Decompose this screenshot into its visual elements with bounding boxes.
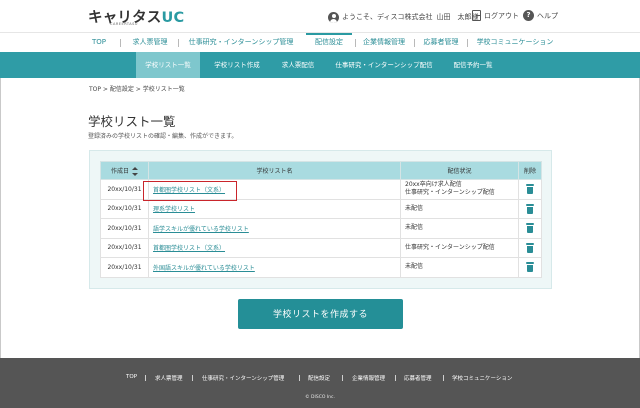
nav-separator	[414, 39, 415, 47]
date-header-label: 作成日	[110, 167, 129, 175]
table-row: 20xx/10/31 首都圏学校リスト（文系） 仕事研究・インターンシップ配信	[100, 237, 542, 258]
user-area: ようこそ、ディスコ株式会社 山田 太郎様	[328, 10, 479, 24]
nav-separator	[178, 39, 179, 47]
row-date: 20xx/10/31	[100, 257, 149, 278]
footer-separator	[342, 375, 343, 381]
footer-link-top[interactable]: TOP	[126, 374, 137, 380]
status-line: 仕事研究・インターンシップ配信	[405, 189, 495, 197]
main-nav: TOP 求人票管理 仕事研究・インターンシップ管理 配信設定 企業情報管理 応募…	[0, 32, 640, 52]
table-row: 20xx/10/31 外国語スキルが優れている学校リスト 未配信	[100, 257, 542, 278]
row-date: 20xx/10/31	[100, 198, 149, 219]
logo-accent: UC	[161, 10, 185, 26]
footer-link-delivery-settings[interactable]: 配信設定	[308, 374, 330, 382]
school-list-link[interactable]: 語学スキルが優れている学校リスト	[153, 226, 249, 233]
trash-icon[interactable]	[526, 184, 534, 195]
help-link[interactable]: ? ヘルプ	[523, 10, 558, 21]
school-list-link[interactable]: 首都圏学校リスト（文系）	[153, 245, 225, 252]
trash-icon[interactable]	[526, 203, 534, 214]
footer-separator	[299, 375, 300, 381]
main-nav-top[interactable]: TOP	[86, 33, 112, 53]
status-column-header: 配信状況	[400, 161, 519, 180]
main-nav-job-posting[interactable]: 求人票管理	[128, 33, 172, 53]
main-nav-internship[interactable]: 仕事研究・インターンシップ管理	[184, 33, 298, 53]
footer-separator	[145, 375, 146, 381]
school-list-link[interactable]: 外国語スキルが優れている学校リスト	[153, 265, 255, 272]
name-column-header: 学校リスト名	[148, 161, 401, 180]
sub-nav-internship-delivery[interactable]: 仕事研究・インターンシップ配信	[326, 52, 442, 78]
main-nav-company-info[interactable]: 企業情報管理	[360, 33, 408, 53]
footer-separator	[192, 375, 193, 381]
row-status: 20xx卒向け求人配信 仕事研究・インターンシップ配信	[400, 179, 519, 200]
school-list-table: 作成日 学校リスト名 配信状況 削除 20xx/10/31 首都圏学校リスト（文…	[100, 161, 542, 278]
trash-icon[interactable]	[526, 262, 534, 273]
create-school-list-button[interactable]: 学校リストを作成する	[238, 299, 403, 329]
delete-column-header: 削除	[518, 161, 542, 180]
copyright: © DISCO Inc.	[305, 395, 335, 400]
footer-link-company-info[interactable]: 企業情報管理	[352, 374, 385, 382]
table-header-row: 作成日 学校リスト名 配信状況 削除	[100, 161, 542, 180]
footer-nav: TOP 求人票管理 仕事研究・インターンシップ管理 配信設定 企業情報管理 応募…	[0, 374, 640, 384]
logout-label: ログアウト	[484, 11, 519, 20]
page-description: 登録済みの学校リストの確認・編集、作成ができます。	[88, 133, 238, 140]
sub-nav-delivery-reservations[interactable]: 配信予約一覧	[442, 52, 504, 78]
row-status: 未配信	[400, 198, 519, 219]
main-nav-school-communication[interactable]: 学校コミュニケーション	[473, 33, 557, 53]
sort-icon[interactable]	[132, 166, 138, 176]
footer-separator	[443, 375, 444, 381]
row-status: 未配信	[400, 218, 519, 239]
table-row: 20xx/10/31 語学スキルが優れている学校リスト 未配信	[100, 218, 542, 239]
row-date: 20xx/10/31	[100, 237, 149, 258]
footer-link-school-communication[interactable]: 学校コミュニケーション	[452, 374, 512, 382]
greeting-text: ようこそ、ディスコ株式会社	[342, 13, 433, 21]
school-list-panel: 作成日 学校リスト名 配信状況 削除 20xx/10/31 首都圏学校リスト（文…	[89, 150, 552, 289]
school-list-link[interactable]: 理系学校リスト	[153, 206, 195, 213]
row-status: 未配信	[400, 257, 519, 278]
date-column-header[interactable]: 作成日	[100, 161, 149, 180]
footer-link-applicants[interactable]: 応募者管理	[404, 374, 432, 382]
main-nav-delivery-settings[interactable]: 配信設定	[306, 33, 352, 53]
row-date: 20xx/10/31	[100, 179, 149, 200]
footer-link-internship[interactable]: 仕事研究・インターンシップ管理	[202, 374, 284, 382]
sub-nav-create-school-list[interactable]: 学校リスト作成	[204, 52, 270, 78]
breadcrumb: TOP > 配信設定 > 学校リスト一覧	[89, 86, 185, 93]
footer: TOP 求人票管理 仕事研究・インターンシップ管理 配信設定 企業情報管理 応募…	[0, 358, 640, 408]
main-nav-applicants[interactable]: 応募者管理	[420, 33, 462, 53]
footer-separator	[395, 375, 396, 381]
logout-link[interactable]: ログアウト	[472, 10, 519, 21]
status-line: 仕事研究・インターンシップ配信	[405, 243, 495, 251]
nav-separator	[467, 39, 468, 47]
school-list-link[interactable]: 首都圏学校リスト（文系）	[153, 187, 225, 194]
logout-icon	[472, 10, 481, 21]
table-row: 20xx/10/31 首都圏学校リスト（文系） 20xx卒向け求人配信 仕事研究・…	[100, 179, 542, 200]
help-icon: ?	[523, 10, 534, 21]
nav-separator	[355, 39, 356, 47]
table-row: 20xx/10/31 理系学校リスト 未配信	[100, 198, 542, 219]
sub-nav-school-list[interactable]: 学校リスト一覧	[136, 52, 200, 78]
row-date: 20xx/10/31	[100, 218, 149, 239]
sub-nav-job-delivery[interactable]: 求人票配信	[270, 52, 326, 78]
nav-separator	[120, 39, 121, 47]
page-title: 学校リスト一覧	[88, 114, 176, 129]
header: キャリタスUC CAREERTASU ようこそ、ディスコ株式会社 山田 太郎様 …	[0, 0, 640, 32]
row-status: 仕事研究・インターンシップ配信	[400, 237, 519, 258]
trash-icon[interactable]	[526, 242, 534, 253]
footer-link-job-posting[interactable]: 求人票管理	[155, 374, 183, 382]
help-label: ヘルプ	[537, 11, 558, 20]
status-line: 未配信	[405, 204, 424, 212]
status-line: 未配信	[405, 263, 424, 271]
status-line: 未配信	[405, 224, 424, 232]
logo-subtext: CAREERTASU	[110, 22, 138, 26]
person-icon	[328, 11, 339, 23]
sub-nav: 学校リスト一覧 学校リスト作成 求人票配信 仕事研究・インターンシップ配信 配信…	[0, 52, 640, 78]
trash-icon[interactable]	[526, 223, 534, 234]
